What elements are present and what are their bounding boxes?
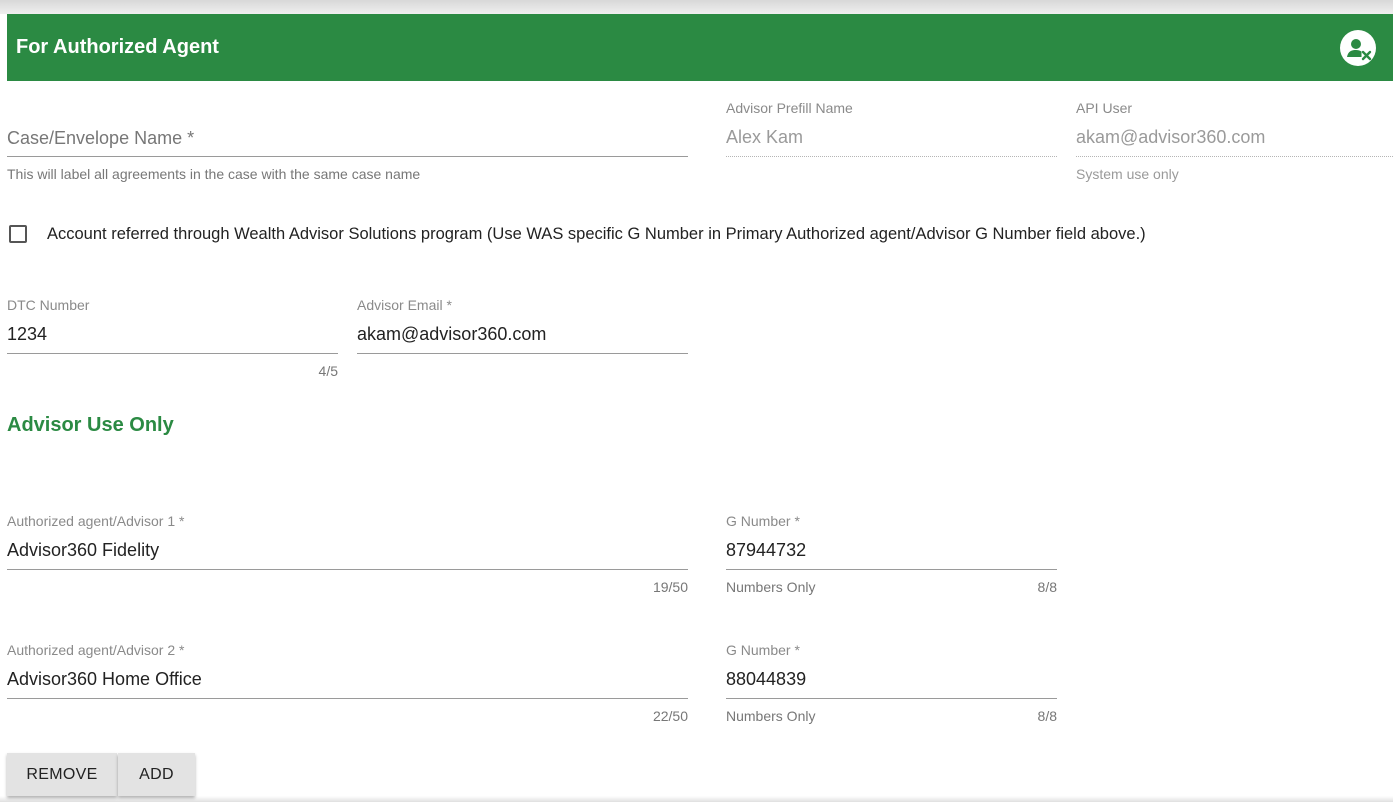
case-name-hint: This will label all agreements in the ca… <box>7 166 421 182</box>
api-user-underline <box>1076 156 1393 157</box>
g-number-2-field[interactable]: G Number * 88044839 Numbers Only 8/8 <box>726 642 1057 728</box>
was-checkbox-label[interactable]: Account referred through Wealth Advisor … <box>47 225 1146 244</box>
g-number-1-value[interactable]: 87944732 <box>726 540 806 561</box>
dtc-number-field[interactable]: DTC Number 1234 4/5 <box>7 297 338 383</box>
remove-user-icon[interactable] <box>1340 30 1376 66</box>
g-number-1-counter: 8/8 <box>1037 579 1057 595</box>
advisor-email-field[interactable]: Advisor Email * akam@advisor360.com <box>357 297 688 357</box>
advisor-use-only-heading: Advisor Use Only <box>7 414 174 436</box>
authorized-agent-1-counter: 19/50 <box>652 579 688 595</box>
g-number-2-counter: 8/8 <box>1037 708 1057 724</box>
authorized-agent-2-label: Authorized agent/Advisor 2 * <box>7 642 185 658</box>
advisor-prefill-value: Alex Kam <box>726 127 804 147</box>
authorized-agent-1-field[interactable]: Authorized agent/Advisor 1 * Advisor360 … <box>7 513 688 599</box>
g-number-2-hint: Numbers Only <box>726 708 816 724</box>
advisor-email-label: Advisor Email * <box>357 297 452 313</box>
required-mark: * <box>187 128 195 148</box>
g-number-1-hint: Numbers Only <box>726 579 816 595</box>
authorized-agent-1-value[interactable]: Advisor360 Fidelity <box>7 540 159 561</box>
api-user-field: API User akam@advisor360.com System use … <box>1076 100 1393 186</box>
dtc-number-counter: 4/5 <box>318 363 338 379</box>
api-user-hint: System use only <box>1076 166 1179 182</box>
g-number-2-label: G Number * <box>726 642 800 658</box>
case-name-placeholder-text: Case/Envelope Name <box>7 128 183 148</box>
api-user-value: akam@advisor360.com <box>1076 127 1266 147</box>
advisor-prefill-field: Advisor Prefill Name Alex Kam <box>726 100 1057 160</box>
g-number-1-label: G Number * <box>726 513 800 529</box>
g-number-1-field[interactable]: G Number * 87944732 Numbers Only 8/8 <box>726 513 1057 599</box>
was-checkbox[interactable] <box>9 225 27 243</box>
authorized-agent-1-label: Authorized agent/Advisor 1 * <box>7 513 185 529</box>
case-name-placeholder: Case/Envelope Name * <box>7 128 194 149</box>
remove-button[interactable]: REMOVE <box>7 753 117 796</box>
bottom-shadow <box>0 796 1393 802</box>
authorized-agent-2-underline <box>7 698 688 699</box>
api-user-label: API User <box>1076 100 1133 116</box>
authorized-agent-2-value[interactable]: Advisor360 Home Office <box>7 669 202 690</box>
advisor-prefill-label: Advisor Prefill Name <box>726 100 853 116</box>
g-number-2-underline <box>726 698 1057 699</box>
authorized-agent-1-underline <box>7 569 688 570</box>
authorized-agent-2-counter: 22/50 <box>652 708 688 724</box>
section-header: For Authorized Agent <box>7 14 1393 81</box>
dtc-number-value[interactable]: 1234 <box>7 324 47 345</box>
header-title: For Authorized Agent <box>16 36 219 58</box>
add-button[interactable]: ADD <box>118 753 195 796</box>
case-name-field[interactable]: Case/Envelope Name * This will label all… <box>7 100 688 186</box>
dtc-number-label: DTC Number <box>7 297 90 313</box>
g-number-2-value[interactable]: 88044839 <box>726 669 806 690</box>
advisor-prefill-underline <box>726 156 1057 157</box>
advisor-email-underline <box>357 353 688 354</box>
g-number-1-underline <box>726 569 1057 570</box>
dtc-number-underline <box>7 353 338 354</box>
authorized-agent-2-field[interactable]: Authorized agent/Advisor 2 * Advisor360 … <box>7 642 688 728</box>
case-name-underline <box>7 156 688 157</box>
top-shadow <box>0 0 1393 14</box>
advisor-email-value[interactable]: akam@advisor360.com <box>357 324 546 345</box>
